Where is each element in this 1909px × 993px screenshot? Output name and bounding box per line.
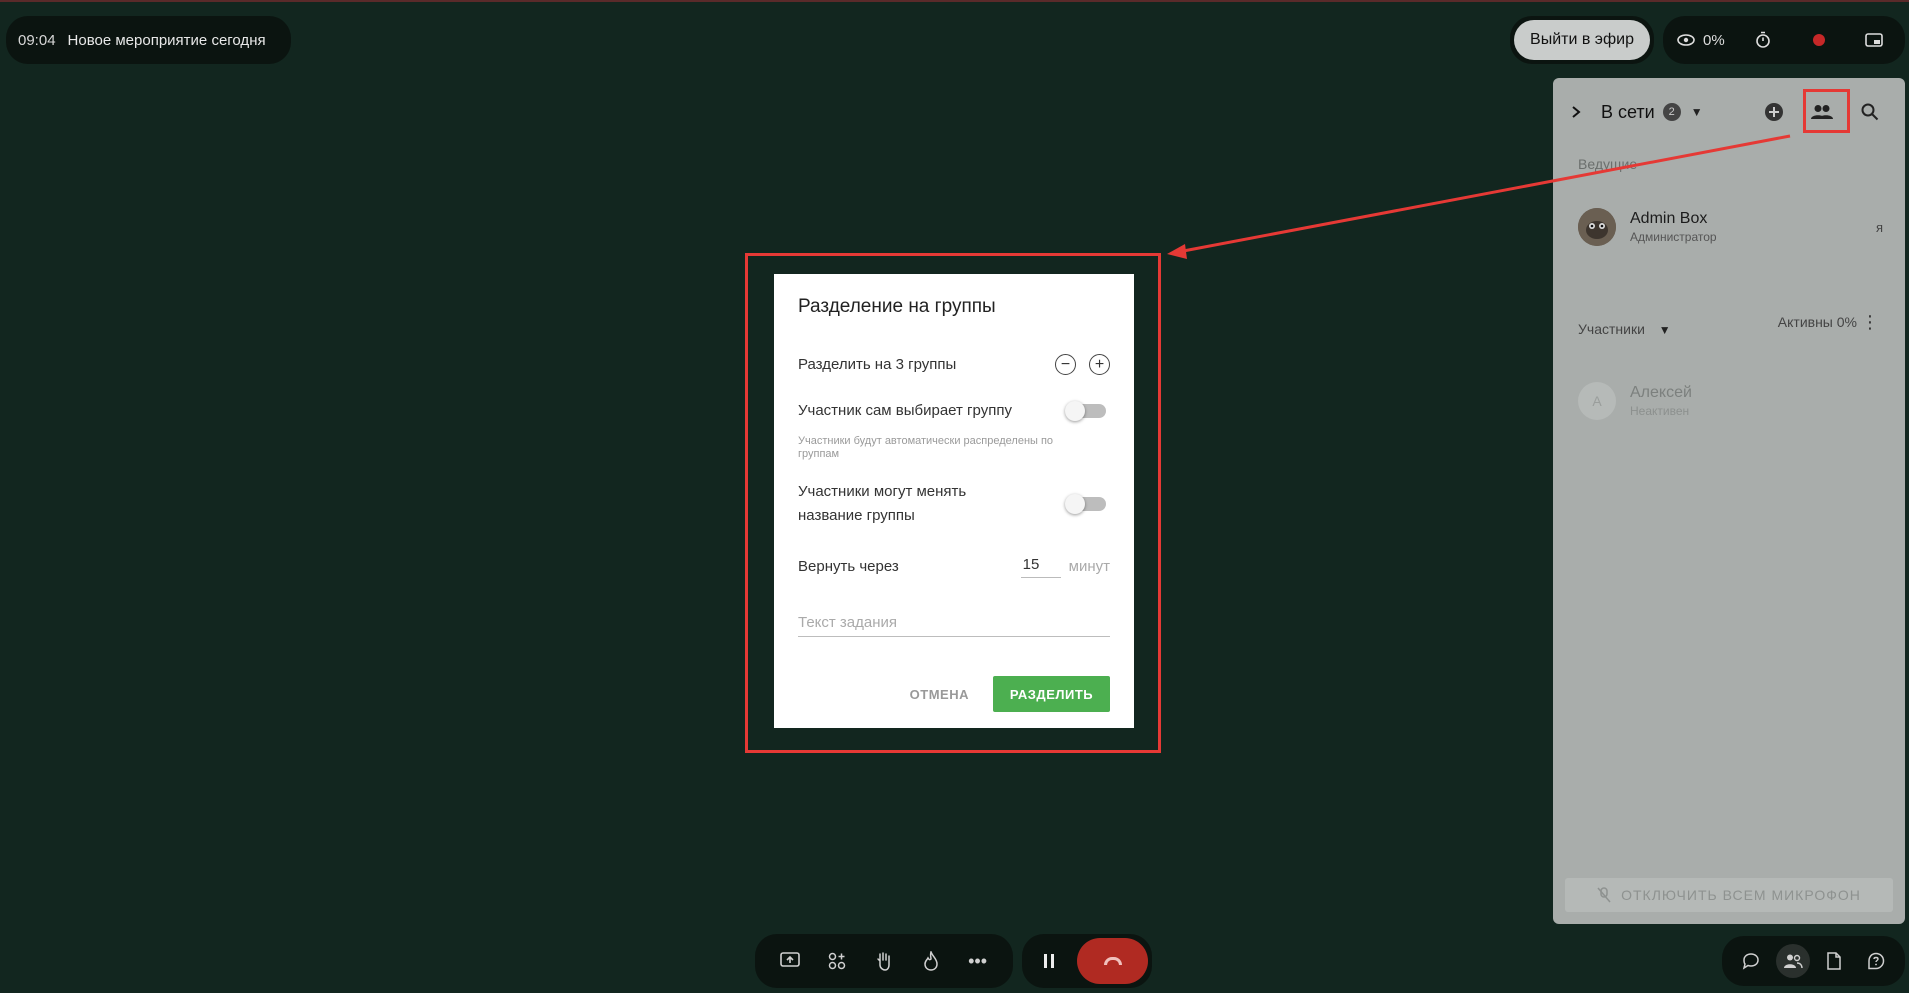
participants-filter[interactable]: Участники ▼ (1578, 321, 1671, 337)
participants-panel: В сети 2 ▼ Ведущие Admin Box Администрат… (1553, 78, 1905, 924)
document-icon[interactable] (1817, 944, 1851, 978)
group-count-row: Разделить на 3 группы − + (798, 354, 1110, 375)
raise-hand-icon[interactable] (867, 944, 901, 978)
cancel-button[interactable]: ОТМЕНА (910, 687, 969, 702)
avatar: А (1578, 382, 1616, 420)
event-info: 09:04 Новое мероприятие сегодня (6, 16, 291, 64)
active-percent: Активны 0% (1777, 314, 1857, 330)
viewers-percent: 0% (1703, 31, 1725, 49)
event-title: Новое мероприятие сегодня (67, 31, 266, 49)
groups-icon-highlight (1803, 89, 1850, 133)
add-circle-icon[interactable] (1757, 95, 1791, 129)
mute-all-button[interactable]: ОТКЛЮЧИТЬ ВСЕМ МИКРОФОН (1565, 878, 1893, 912)
pause-icon[interactable] (1026, 938, 1071, 984)
search-icon[interactable] (1853, 95, 1887, 129)
record-button[interactable] (1802, 23, 1836, 57)
eye-icon (1677, 34, 1695, 46)
timer-icon[interactable] (1746, 23, 1780, 57)
host-role: Администратор (1630, 230, 1717, 244)
rename-label-line-2: название группы (798, 507, 915, 524)
self-choose-label: Участник сам выбирает группу (798, 402, 1012, 419)
participant-name: Алексей (1630, 384, 1692, 401)
return-unit: минут (1068, 557, 1110, 575)
event-time: 09:04 (18, 31, 56, 49)
rename-label-line-1: Участники могут менять (798, 483, 967, 500)
return-label: Вернуть через (798, 557, 899, 575)
mic-off-icon (1597, 887, 1611, 903)
mute-all-label: ОТКЛЮЧИТЬ ВСЕМ МИКРОФОН (1621, 887, 1861, 903)
side-toolbar (1722, 936, 1905, 986)
dialog-title: Разделение на группы (798, 296, 996, 317)
more-vertical-icon[interactable]: ⋮ (1861, 312, 1879, 333)
participant-status: Неактивен (1630, 404, 1690, 418)
bottom-toolbar: ••• (755, 934, 1013, 988)
call-controls (1022, 934, 1152, 988)
screen-share-icon[interactable] (773, 944, 807, 978)
chat-icon[interactable] (1734, 944, 1768, 978)
hosts-section-label: Ведущие (1578, 156, 1638, 172)
panel-title: В сети (1601, 101, 1655, 122)
more-horizontal-icon[interactable]: ••• (961, 944, 995, 978)
hang-up-button[interactable] (1077, 938, 1148, 984)
host-member[interactable]: Admin Box Администратор (1578, 208, 1717, 246)
go-live-container: Выйти в эфир (1510, 16, 1654, 64)
go-live-button[interactable]: Выйти в эфир (1514, 20, 1650, 60)
avatar (1578, 208, 1616, 246)
return-minutes-input[interactable]: 15 (1020, 554, 1061, 578)
participants-label: Участники (1578, 321, 1645, 337)
viewers-stat: 0% (1677, 32, 1725, 49)
self-choose-hint: Участники будут автоматически распределе… (798, 435, 1054, 460)
me-label: я (1875, 220, 1883, 235)
self-choose-row: Участник сам выбирает группу (798, 400, 1110, 421)
minus-circle-icon[interactable]: − (1055, 354, 1076, 375)
split-button[interactable]: РАЗДЕЛИТЬ (993, 676, 1110, 712)
apps-icon[interactable] (820, 944, 854, 978)
host-name: Admin Box (1630, 210, 1708, 227)
online-count-badge: 2 (1662, 103, 1681, 121)
help-icon[interactable] (1859, 944, 1893, 978)
participants-icon[interactable] (1775, 944, 1810, 978)
reactions-icon[interactable] (914, 944, 948, 978)
chevron-right-icon[interactable] (1571, 105, 1601, 119)
stats-bar: 0% (1663, 16, 1905, 64)
task-text-input[interactable]: Текст задания (798, 614, 1110, 637)
plus-circle-icon[interactable]: + (1089, 354, 1110, 375)
return-row: Вернуть через 15 минут (798, 554, 1110, 578)
picture-in-picture-icon[interactable] (1857, 23, 1891, 57)
rename-toggle[interactable] (1065, 494, 1106, 514)
participant-member[interactable]: А Алексей Неактивен (1578, 382, 1692, 420)
group-count-label: Разделить на 3 группы (798, 356, 957, 373)
phone-hangup-icon (1103, 957, 1122, 965)
caret-down-icon[interactable]: ▼ (1691, 105, 1703, 119)
self-choose-toggle[interactable] (1065, 400, 1106, 421)
rename-row: Участники могут менять название группы (798, 480, 1110, 528)
caret-down-icon: ▼ (1658, 323, 1671, 337)
record-icon (1812, 34, 1825, 46)
split-groups-dialog: Разделение на группы Разделить на 3 груп… (774, 274, 1134, 728)
